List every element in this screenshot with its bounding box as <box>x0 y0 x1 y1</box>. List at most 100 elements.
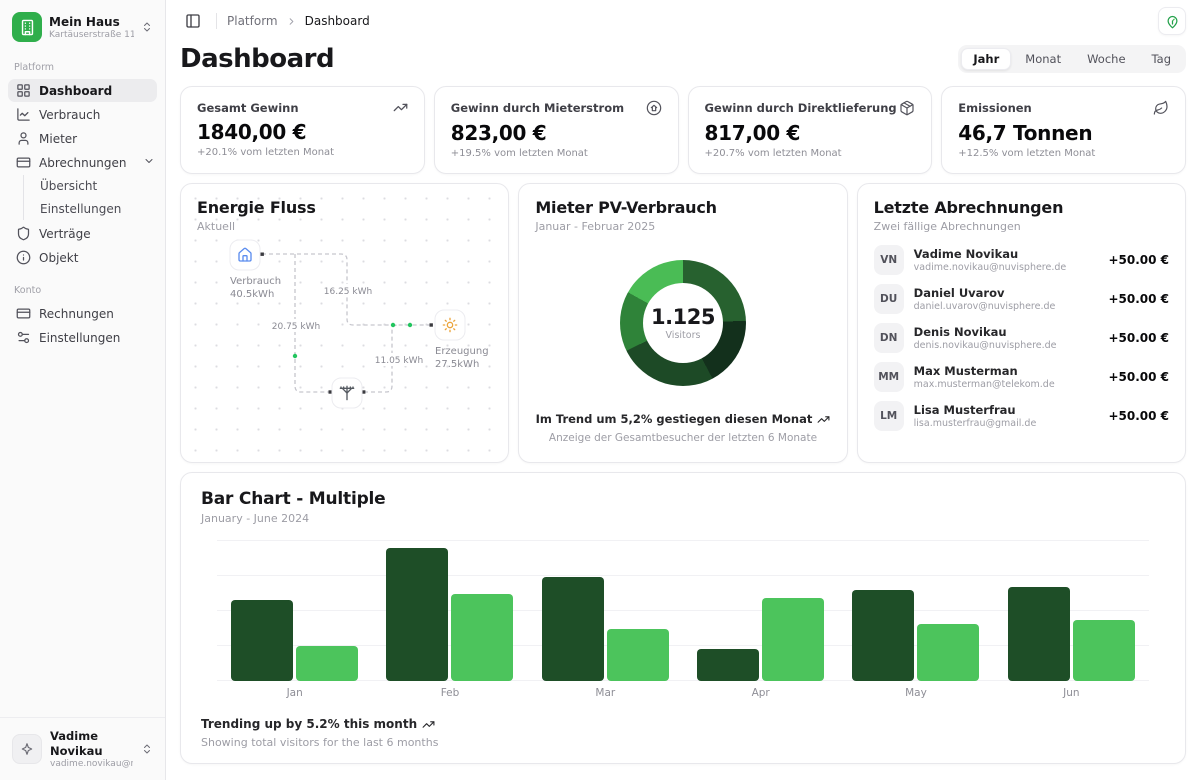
billing-card: Letzte Abrechnungen Zwei fällige Abrechn… <box>857 183 1186 463</box>
bar-footer-secondary: Showing total visitors for the last 6 mo… <box>201 736 1165 749</box>
node-consumption[interactable]: Verbrauch 40.5kWh <box>230 240 281 300</box>
billing-email: lisa.musterfrau@gmail.de <box>914 418 1099 429</box>
middle-row: Energie Fluss Aktuell 16.25 kWh 20.75 kW… <box>180 183 1186 463</box>
avatar: VN <box>874 245 904 275</box>
billing-row[interactable]: MM Max Mustermanmax.musterman@telekom.de… <box>874 362 1169 392</box>
node-label: Verbrauch <box>230 276 281 287</box>
billing-email: max.musterman@telekom.de <box>914 379 1099 390</box>
sidebar-item-mieter[interactable]: Mieter <box>8 127 157 150</box>
trending-up-icon <box>393 100 408 115</box>
sidebar-item-einstellungen-konto[interactable]: Einstellungen <box>8 326 157 349</box>
sidebar-footer: Vadime Novikau vadime.novikau@nuvispher.… <box>0 717 165 780</box>
billing-row[interactable]: VN Vadime Novikauvadime.novikau@nuvisphe… <box>874 245 1169 275</box>
section-label-platform: Platform <box>14 62 157 73</box>
bar-mar-series2[interactable] <box>607 629 669 682</box>
pv-donut[interactable]: 1.125 Visitors <box>620 260 746 386</box>
sidebar: Mein Haus Kartäuserstraße 11, 99084 E.. … <box>0 0 166 780</box>
bar-group-jun <box>994 541 1149 681</box>
billing-email: daniel.uvarov@nuvisphere.de <box>914 301 1099 312</box>
chevron-right-icon <box>286 16 297 27</box>
energy-flow-card[interactable]: Energie Fluss Aktuell 16.25 kWh 20.75 kW… <box>180 183 509 463</box>
billing-amount: +50.00 € <box>1108 409 1169 423</box>
eco-brand-button[interactable] <box>1158 7 1186 35</box>
node-grid[interactable] <box>332 378 362 408</box>
house-circle-icon <box>646 100 662 116</box>
org-name: Mein Haus <box>49 15 134 30</box>
user-email: vadime.novikau@nuvispher... <box>50 759 133 769</box>
user-menu[interactable]: Vadime Novikau vadime.novikau@nuvispher.… <box>8 726 157 772</box>
sparkle-avatar-icon <box>12 734 42 764</box>
bar-feb-series1[interactable] <box>386 548 448 681</box>
abrechnungen-subtree: Übersicht Einstellungen <box>23 175 157 220</box>
sidebar-item-label: Übersicht <box>40 179 97 193</box>
pv-card-title: Mieter PV-Verbrauch <box>535 198 830 217</box>
sidebar-item-uebersicht[interactable]: Übersicht <box>34 175 157 197</box>
node-production[interactable]: Erzeugung 27.5kWh <box>435 310 489 370</box>
bar-apr-series1[interactable] <box>697 649 759 681</box>
bar-may-series1[interactable] <box>852 590 914 681</box>
dashboard-grid-icon <box>16 83 31 98</box>
eco-pin-icon <box>1165 14 1180 29</box>
org-switcher[interactable]: Mein Haus Kartäuserstraße 11, 99084 E.. <box>8 8 157 46</box>
building-logo-icon <box>12 12 42 42</box>
sidebar-item-label: Rechnungen <box>39 307 114 321</box>
billing-row[interactable]: DU Daniel Uvarovdaniel.uvarov@nuvisphere… <box>874 284 1169 314</box>
sidebar-item-dashboard[interactable]: Dashboard <box>8 79 157 102</box>
bar-jan-series2[interactable] <box>296 646 358 681</box>
package-icon <box>899 100 915 116</box>
stat-card-mieterstrom: Gewinn durch Mieterstrom 823,00 € +19.5%… <box>434 86 679 174</box>
energy-flow-canvas[interactable]: 16.25 kWh 20.75 kWh 11.05 kWh <box>197 234 497 424</box>
sidebar-item-objekt[interactable]: Objekt <box>8 246 157 269</box>
sidebar-item-rechnungen[interactable]: Rechnungen <box>8 302 157 325</box>
sidebar-item-label: Verbrauch <box>39 108 100 122</box>
bar-may-series2[interactable] <box>917 624 979 681</box>
energy-flow-subtitle: Aktuell <box>197 220 492 233</box>
tab-monat[interactable]: Monat <box>1013 48 1073 70</box>
bar-jun-series2[interactable] <box>1073 620 1135 681</box>
sliders-icon <box>16 330 31 345</box>
billing-name: Daniel Uvarov <box>914 286 1099 301</box>
shield-icon <box>16 226 31 241</box>
stats-row: Gesamt Gewinn 1840,00 € +20.1% vom letzt… <box>180 86 1186 174</box>
bar-apr-series2[interactable] <box>762 598 824 681</box>
user-icon <box>16 131 31 146</box>
tab-tag[interactable]: Tag <box>1140 48 1183 70</box>
sidebar-toggle-button[interactable] <box>180 8 206 34</box>
billing-amount: +50.00 € <box>1108 292 1169 306</box>
donut-wrap: 1.125 Visitors <box>535 233 830 412</box>
sidebar-item-verbrauch[interactable]: Verbrauch <box>8 103 157 126</box>
billing-row[interactable]: LM Lisa Musterfraulisa.musterfrau@gmail.… <box>874 401 1169 431</box>
sidebar-item-einstellungen-abrechnungen[interactable]: Einstellungen <box>34 198 157 220</box>
bar-axis-label: Apr <box>683 687 838 699</box>
leaf-icon <box>1153 100 1169 116</box>
edge-label: 11.05 kWh <box>375 356 423 366</box>
breadcrumb-platform[interactable]: Platform <box>227 14 278 28</box>
bar-jun-series1[interactable] <box>1008 587 1070 681</box>
bar-jan-series1[interactable] <box>231 600 293 681</box>
bar-axis-labels: JanFebMarAprMayJun <box>217 687 1149 699</box>
tab-woche[interactable]: Woche <box>1075 48 1137 70</box>
bar-feb-series2[interactable] <box>451 594 513 682</box>
billing-email: vadime.novikau@nuvisphere.de <box>914 262 1099 273</box>
trending-up-icon <box>422 718 435 731</box>
sidebar-item-vertraege[interactable]: Verträge <box>8 222 157 245</box>
donut-center: 1.125 Visitors <box>643 283 723 363</box>
section-label-konto: Konto <box>14 285 157 296</box>
breadcrumb: Platform Dashboard <box>227 14 370 28</box>
node-value: 40.5kWh <box>230 289 274 300</box>
bar-chart-title: Bar Chart - Multiple <box>201 489 1165 509</box>
billing-row[interactable]: DN Denis Novikaudenis.novikau@nuvisphere… <box>874 323 1169 353</box>
sidebar-item-abrechnungen[interactable]: Abrechnungen <box>8 151 157 174</box>
sidebar-item-label: Mieter <box>39 132 77 146</box>
bar-axis-label: Jan <box>217 687 372 699</box>
sidebar-item-label: Abrechnungen <box>39 156 127 170</box>
node-label: Erzeugung <box>435 346 489 357</box>
bar-mar-series1[interactable] <box>542 577 604 681</box>
topbar: Platform Dashboard <box>180 0 1186 42</box>
credit-card-icon <box>16 306 31 321</box>
chevrons-up-down-icon <box>141 743 153 755</box>
bar-chart-footer: Trending up by 5.2% this month Showing t… <box>201 717 1165 749</box>
stat-label: Gewinn durch Direktlieferung <box>705 101 897 115</box>
stat-label: Emissionen <box>958 101 1032 115</box>
tab-jahr[interactable]: Jahr <box>961 48 1011 70</box>
